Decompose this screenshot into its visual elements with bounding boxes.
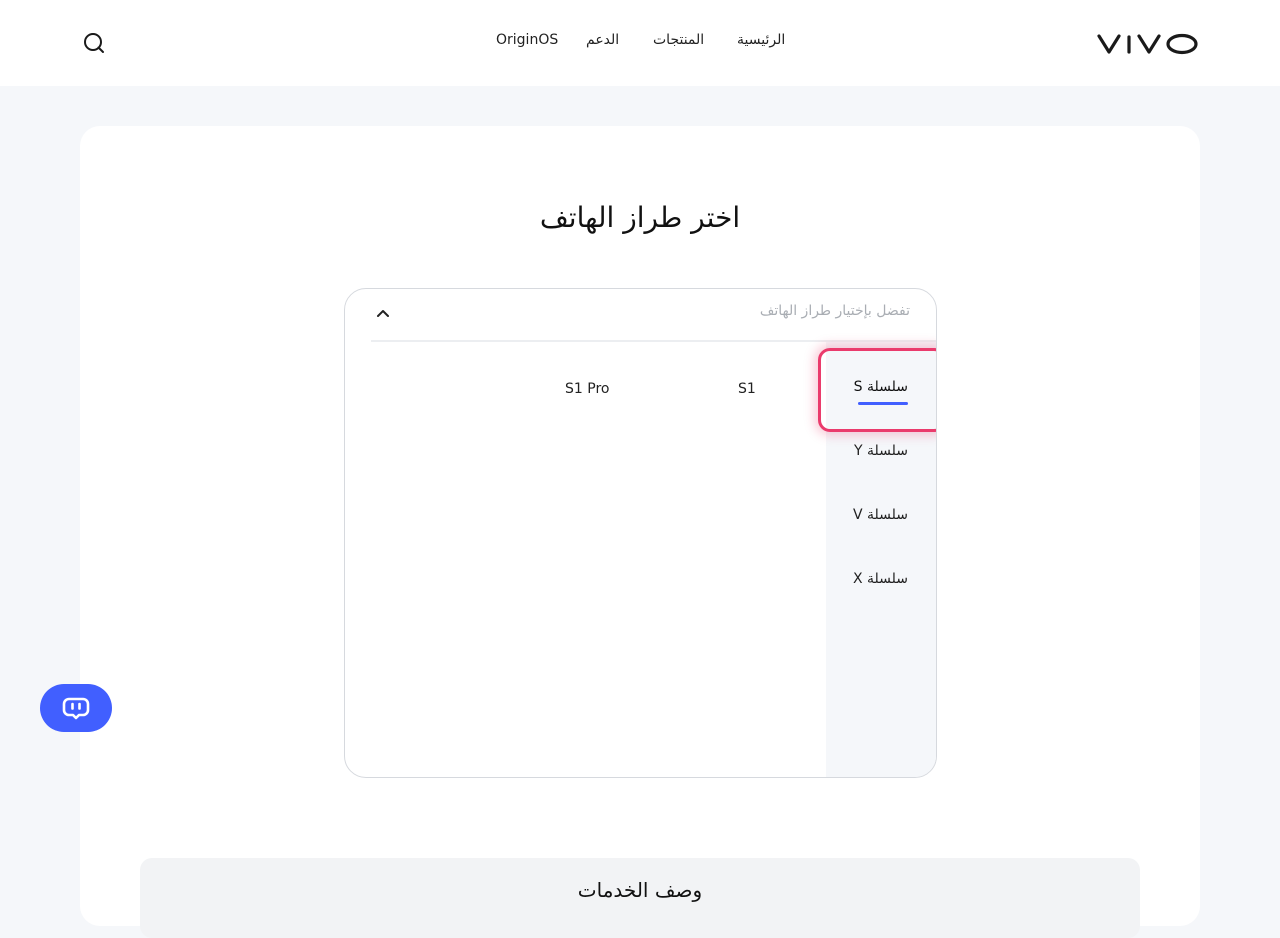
phone-model-selector: تفضل بإختيار طراز الهاتف S سلسلة Y سلسلة… [344,288,937,778]
chevron-up-icon[interactable] [375,307,391,319]
services-section: وصف الخدمات [140,858,1140,938]
main-nav: الرئيسية المنتجات الدعم OriginOS [0,30,1280,52]
nav-item-originos[interactable]: OriginOS [496,30,558,50]
active-series-underline [858,402,908,405]
series-item-x[interactable]: X سلسلة [853,569,908,589]
page-title: اختر طراز الهاتف [539,201,741,234]
chat-bot-button[interactable] [40,684,112,732]
selector-placeholder: تفضل بإختيار طراز الهاتف [759,303,910,319]
model-item-s1-pro[interactable]: S1 Pro [565,379,609,399]
selector-header[interactable]: تفضل بإختيار طراز الهاتف [345,289,936,341]
nav-item-home[interactable]: الرئيسية [737,30,785,50]
nav-item-support[interactable]: الدعم [586,30,619,50]
series-item-v[interactable]: V سلسلة [853,505,908,525]
nav-item-products[interactable]: المنتجات [653,30,704,50]
site-header: الرئيسية المنتجات الدعم OriginOS [0,0,1280,86]
series-item-s[interactable]: S سلسلة [854,377,908,397]
series-item-y[interactable]: Y سلسلة [854,441,908,461]
search-button[interactable] [80,30,108,58]
series-list: S سلسلة Y سلسلة V سلسلة X سلسلة [826,342,936,777]
main-card: اختر طراز الهاتف تفضل بإختيار طراز الهات… [80,126,1200,938]
search-icon [84,33,104,53]
model-item-s1[interactable]: S1 [738,379,756,399]
chat-bot-icon [62,697,90,720]
